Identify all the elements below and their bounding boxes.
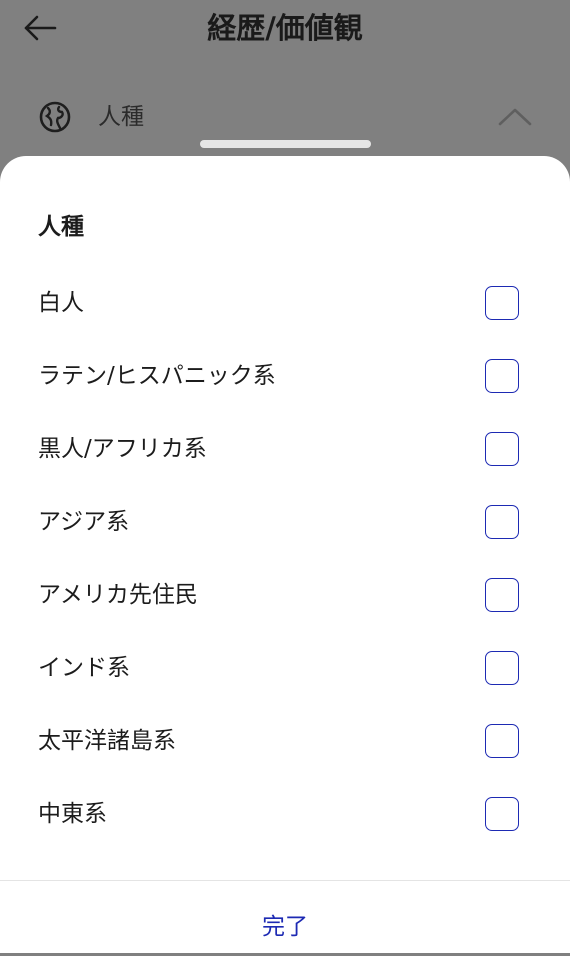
checkbox[interactable] <box>485 724 519 758</box>
option-label: 白人 <box>38 290 84 316</box>
option-pacific-islander[interactable]: 太平洋諸島系 <box>0 706 570 779</box>
option-list: 白人 ラテン/ヒスパニック系 黒人/アフリカ系 アジア系 アメリカ先住民 インド… <box>0 268 570 852</box>
sheet-grabber-handle[interactable] <box>200 140 371 148</box>
option-white[interactable]: 白人 <box>0 268 570 341</box>
option-middle-eastern[interactable]: 中東系 <box>0 779 570 852</box>
option-label: 中東系 <box>38 801 107 827</box>
checkbox[interactable] <box>485 578 519 612</box>
option-label: アメリカ先住民 <box>38 582 198 608</box>
checkbox[interactable] <box>485 505 519 539</box>
bottom-sheet: 人種 白人 ラテン/ヒスパニック系 黒人/アフリカ系 アジア系 アメリカ先住民 … <box>0 156 570 953</box>
sheet-title: 人種 <box>38 214 84 240</box>
option-latino-hispanic[interactable]: ラテン/ヒスパニック系 <box>0 341 570 414</box>
checkbox[interactable] <box>485 286 519 320</box>
option-label: 黒人/アフリカ系 <box>38 436 207 462</box>
option-label: ラテン/ヒスパニック系 <box>38 363 276 389</box>
option-label: アジア系 <box>38 509 130 535</box>
page-title: 経歴/価値観 <box>207 11 363 45</box>
checkbox[interactable] <box>485 797 519 831</box>
option-black-african[interactable]: 黒人/アフリカ系 <box>0 414 570 487</box>
done-button[interactable]: 完了 <box>185 898 385 956</box>
chevron-up-icon <box>498 108 532 126</box>
option-native-american[interactable]: アメリカ先住民 <box>0 560 570 633</box>
globe-icon <box>39 101 71 133</box>
footer-divider <box>0 880 570 881</box>
checkbox[interactable] <box>485 432 519 466</box>
checkbox[interactable] <box>485 651 519 685</box>
option-label: 太平洋諸島系 <box>38 728 176 754</box>
checkbox[interactable] <box>485 359 519 393</box>
option-label: インド系 <box>38 655 130 681</box>
background-row-race[interactable]: 人種 <box>0 90 570 144</box>
option-asian[interactable]: アジア系 <box>0 487 570 560</box>
background-row-label: 人種 <box>98 104 144 130</box>
background-header: 経歴/価値観 <box>0 0 570 56</box>
option-indian[interactable]: インド系 <box>0 633 570 706</box>
